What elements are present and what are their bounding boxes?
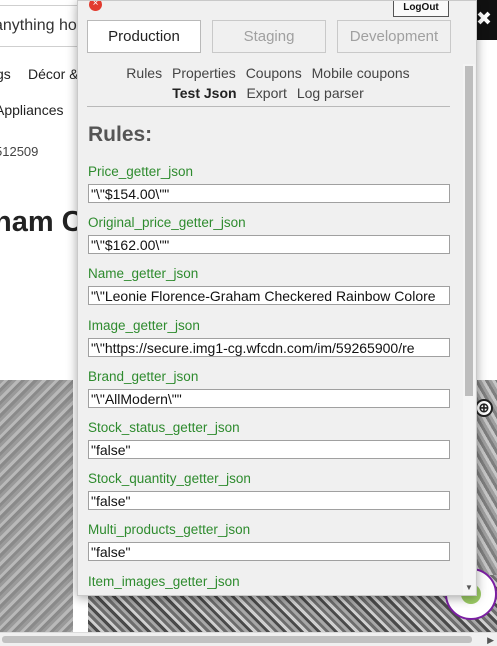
scrollbar-thumb[interactable] [465,66,473,396]
field-label: Original_price_getter_json [88,215,246,230]
nav-mobile-coupons[interactable]: Mobile coupons [312,65,410,81]
nav-test-json[interactable]: Test Json [172,85,236,101]
divider [87,106,450,107]
rules-heading: Rules: [88,123,153,146]
field-input[interactable]: "false" [88,542,450,561]
field-brand-getter: Brand_getter_json "\"AllModern\"" [88,369,450,408]
nav-rules[interactable]: Rules [126,65,162,81]
background-nav-item[interactable]: gs [0,66,11,82]
background-nav-appliances[interactable]: Appliances [0,102,64,118]
background-product-code: 512509 [0,144,39,159]
field-label: Multi_products_getter_json [88,522,251,537]
nav-export[interactable]: Export [246,85,286,101]
zoom-in-icon[interactable]: ⊕ [475,399,493,417]
field-multi-products-getter: Multi_products_getter_json "false" [88,522,450,561]
field-item-images-getter: Item_images_getter_json [88,574,450,590]
tab-production[interactable]: Production [87,20,201,53]
field-label: Stock_quantity_getter_json [88,471,251,486]
extension-popup: × LogOut Production Staging Development … [77,0,477,596]
scroll-right-arrow-icon[interactable]: ▶ [487,635,494,646]
field-input[interactable]: "\"Leonie Florence-Graham Checkered Rain… [88,286,450,305]
background-search-text: anything ho [0,17,77,34]
field-label: Price_getter_json [88,164,194,179]
field-stock-status-getter: Stock_status_getter_json "false" [88,420,450,459]
nav-properties[interactable]: Properties [172,65,236,81]
field-label: Image_getter_json [88,318,200,333]
logout-button[interactable]: LogOut [393,1,449,17]
field-image-getter: Image_getter_json "\"https://secure.img1… [88,318,450,357]
field-input[interactable]: "false" [88,491,450,510]
popup-vertical-scrollbar[interactable]: ▼ [463,64,475,595]
field-stock-quantity-getter: Stock_quantity_getter_json "false" [88,471,450,510]
field-input[interactable]: "\"$154.00\"" [88,184,450,203]
background-nav-item[interactable]: Décor & [28,66,79,82]
background-search-box[interactable]: anything ho [0,5,83,47]
environment-tabs: Production Staging Development [87,20,451,53]
field-label: Brand_getter_json [88,369,199,384]
tab-staging[interactable]: Staging [212,20,326,53]
nav-log-parser[interactable]: Log parser [297,85,364,101]
close-icon[interactable]: × [89,1,102,11]
field-price-getter: Price_getter_json "\"$154.00\"" [88,164,450,203]
field-label: Stock_status_getter_json [88,420,240,435]
section-nav: Rules Properties Coupons Mobile coupons … [78,63,458,103]
tab-development[interactable]: Development [337,20,451,53]
nav-coupons[interactable]: Coupons [246,65,302,81]
field-input[interactable]: "\"https://secure.img1-cg.wfcdn.com/im/5… [88,338,450,357]
background-product-image [0,380,73,632]
field-label: Name_getter_json [88,266,199,281]
background-product-title: ham C [0,206,83,238]
scrollbar-thumb[interactable] [2,636,472,643]
field-original-price-getter: Original_price_getter_json "\"$162.00\"" [88,215,450,254]
page-horizontal-scrollbar[interactable]: ▶ [0,632,497,646]
field-input[interactable]: "\"$162.00\"" [88,235,450,254]
field-input[interactable]: "false" [88,440,450,459]
field-name-getter: Name_getter_json "\"Leonie Florence-Grah… [88,266,450,305]
field-label: Item_images_getter_json [88,574,240,589]
field-input[interactable]: "\"AllModern\"" [88,389,450,408]
scroll-down-arrow-icon[interactable]: ▼ [465,583,473,592]
